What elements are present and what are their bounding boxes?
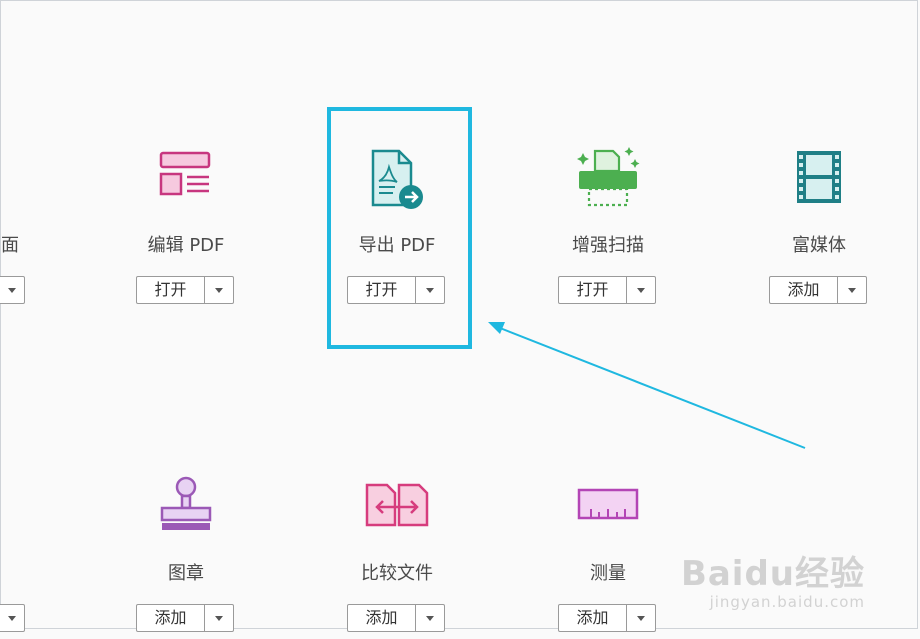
ruler-icon [577, 488, 639, 520]
add-split-button[interactable]: 添加 [136, 604, 234, 632]
highlight-box [327, 107, 472, 349]
stamp-icon [160, 476, 212, 530]
chevron-down-icon[interactable] [205, 605, 233, 631]
tool-measure[interactable]: 测量 添加 [508, 469, 708, 639]
open-split-button[interactable]: 打开 [558, 276, 656, 304]
open-button[interactable]: 打开 [137, 277, 205, 303]
tool-compare-files[interactable]: 比较文件 添加 [297, 469, 497, 639]
add-button[interactable]: 添加 [559, 605, 627, 631]
baidu-watermark: Baidu经验 jingyan.baidu.com [681, 546, 865, 611]
chevron-down-icon[interactable] [416, 605, 444, 631]
tool-partial-left-split-button[interactable] [0, 276, 25, 304]
film-strip-icon [797, 151, 841, 203]
add-button[interactable]: 添加 [137, 605, 205, 631]
chevron-down-icon[interactable] [0, 277, 24, 303]
add-split-button[interactable]: 添加 [347, 604, 445, 632]
tool-label: 图章 [168, 563, 204, 584]
tool-label: 富媒体 [792, 235, 846, 256]
tool-partial-left-split-button-2[interactable] [0, 604, 25, 632]
add-button[interactable]: 添加 [770, 277, 838, 303]
tool-enhance-scan[interactable]: 增强扫描 打开 [508, 141, 708, 311]
enhance-scan-icon [577, 147, 640, 207]
tool-label: 增强扫描 [572, 235, 644, 256]
compare-files-icon [365, 483, 429, 527]
open-split-button[interactable]: 打开 [136, 276, 234, 304]
tool-rich-media[interactable]: 富媒体 添加 [719, 141, 919, 311]
open-button[interactable]: 打开 [559, 277, 627, 303]
tool-label: 测量 [590, 563, 626, 584]
add-split-button[interactable]: 添加 [769, 276, 867, 304]
chevron-down-icon[interactable] [838, 277, 866, 303]
edit-pdf-icon [159, 151, 211, 196]
watermark-url: jingyan.baidu.com [709, 593, 865, 611]
tool-label: 比较文件 [361, 563, 433, 584]
chevron-down-icon[interactable] [205, 277, 233, 303]
add-button[interactable]: 添加 [348, 605, 416, 631]
tool-label: 编辑 PDF [147, 235, 225, 256]
watermark-logo: Baidu经验 [680, 554, 865, 594]
tool-stamp[interactable]: 图章 添加 [86, 469, 286, 639]
tool-edit-pdf[interactable]: 编辑 PDF 打开 [86, 141, 286, 311]
chevron-down-icon[interactable] [0, 605, 24, 631]
chevron-down-icon[interactable] [627, 605, 655, 631]
chevron-down-icon[interactable] [627, 277, 655, 303]
add-split-button[interactable]: 添加 [558, 604, 656, 632]
